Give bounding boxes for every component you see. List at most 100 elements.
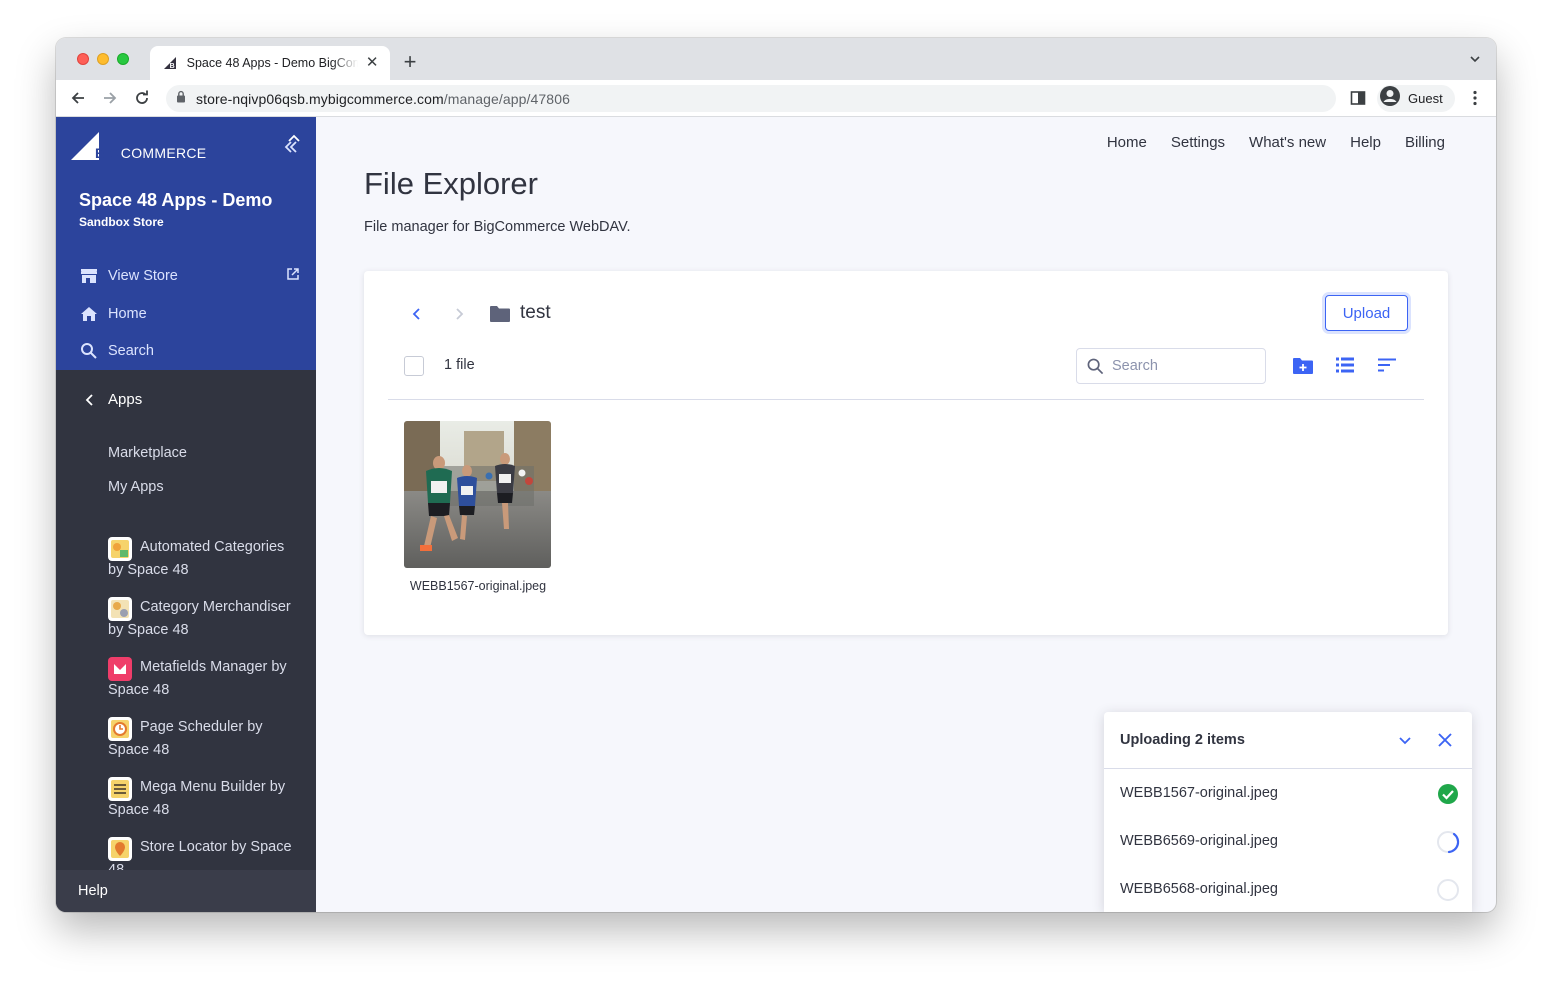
sidebar-help[interactable]: Help [56, 870, 316, 912]
avatar-icon [1379, 85, 1401, 112]
tab-close-icon[interactable]: ✕ [364, 55, 380, 71]
close-icon[interactable] [1436, 731, 1454, 749]
sidebar-app-label: Category Merchandiser by Space 48 [108, 599, 291, 638]
browser-toolbar: store-nqivp06qsb.mybigcommerce.com/manag… [56, 80, 1496, 117]
tab-strip: B Space 48 Apps - Demo BigCommerce ✕ + [56, 38, 1496, 80]
upload-panel-header: Uploading 2 items [1104, 712, 1472, 769]
profile-label: Guest [1408, 91, 1443, 106]
app-logo-icon [108, 537, 132, 561]
sidebar-item-view-store[interactable]: View Store [80, 265, 178, 287]
sort-icon[interactable] [1377, 356, 1399, 376]
sidebar-help-label: Help [78, 883, 108, 899]
sidebar-item-my-apps[interactable]: My Apps [108, 479, 164, 495]
logo-big: BIG [95, 145, 121, 161]
upload-panel-title: Uploading 2 items [1120, 732, 1245, 748]
topnav-help[interactable]: Help [1350, 134, 1381, 151]
file-thumbnail-image[interactable] [404, 421, 551, 568]
list-view-icon[interactable] [1335, 356, 1357, 376]
sidebar-item-apps[interactable]: Apps [84, 391, 142, 408]
home-icon [81, 307, 97, 321]
browser-tab[interactable]: B Space 48 Apps - Demo BigCommerce ✕ [150, 46, 390, 80]
sidebar-item-home[interactable]: Home [80, 303, 147, 325]
reload-icon[interactable] [133, 89, 151, 107]
sidebar-app-category-merchandiser[interactable]: Category Merchandiser by Space 48 [108, 596, 303, 642]
sidebar-item-label: Search [108, 343, 154, 359]
pending-circle-icon [1436, 878, 1460, 902]
upload-item: WEBB1567-original.jpeg [1120, 782, 1460, 806]
search-icon [1087, 358, 1104, 374]
sidebar-app-label: Automated Categories by Space 48 [108, 539, 285, 578]
current-folder-name: test [520, 302, 551, 323]
new-folder-icon[interactable] [1292, 356, 1314, 376]
app-logo-icon [108, 717, 132, 741]
sidebar-item-label: Apps [108, 391, 143, 408]
forward-chevron-icon[interactable] [451, 306, 467, 322]
sidebar-app-automated-categories[interactable]: Automated Categories by Space 48 [108, 536, 303, 582]
upload-button[interactable]: Upload [1325, 295, 1408, 331]
kebab-menu-icon[interactable] [1466, 89, 1484, 107]
folder-icon [489, 305, 511, 323]
tab-search-chevron-icon[interactable] [1468, 52, 1482, 66]
app-logo-icon [108, 837, 132, 861]
file-count: 1 file [444, 357, 475, 373]
logo-wordmark: BIGCOMMERCE [95, 146, 206, 160]
sidebar-item-search[interactable]: Search [80, 340, 154, 362]
topnav-home[interactable]: Home [1107, 134, 1147, 151]
upload-item: WEBB6568-original.jpeg [1120, 878, 1460, 902]
new-tab-button[interactable]: + [400, 51, 420, 73]
sidebar-header: BIGCOMMERCE Space 48 Apps - Demo Sandbox… [56, 117, 316, 370]
maximize-window-button[interactable] [117, 53, 129, 65]
back-arrow-icon[interactable] [69, 89, 87, 107]
topnav-settings[interactable]: Settings [1171, 134, 1225, 151]
sidebar-app-label: Metafields Manager by Space 48 [108, 659, 287, 698]
sidebar-app-metafields-manager[interactable]: Metafields Manager by Space 48 [108, 656, 303, 702]
file-search-field[interactable] [1076, 348, 1266, 384]
browser-window: B Space 48 Apps - Demo BigCommerce ✕ + s… [56, 38, 1496, 912]
search-icon [81, 343, 97, 359]
sidebar-item-label: View Store [108, 268, 178, 284]
store-icon [81, 269, 97, 283]
bigcommerce-logo[interactable]: BIGCOMMERCE [71, 132, 206, 160]
url-text: store-nqivp06qsb.mybigcommerce.com/manag… [196, 91, 570, 107]
svg-text:B: B [169, 63, 174, 70]
app-logo-icon [108, 657, 132, 681]
topnav-whats-new[interactable]: What's new [1249, 134, 1326, 151]
minimize-window-button[interactable] [97, 53, 109, 65]
upload-file-name: WEBB1567-original.jpeg [1120, 785, 1278, 801]
tab-title: Space 48 Apps - Demo BigCommerce [186, 56, 359, 70]
select-all-checkbox[interactable] [404, 356, 424, 376]
top-nav: Home Settings What's new Help Billing [1107, 134, 1445, 151]
url-host: store-nqivp06qsb.mybigcommerce.com [196, 90, 444, 107]
topnav-billing[interactable]: Billing [1405, 134, 1445, 151]
sidebar-item-marketplace[interactable]: Marketplace [108, 445, 187, 461]
sidebar-app-label: Page Scheduler by Space 48 [108, 719, 263, 758]
search-input[interactable] [1112, 358, 1252, 374]
url-path: /manage/app/47806 [443, 90, 570, 107]
side-panel-icon[interactable] [1349, 89, 1367, 107]
profile-button[interactable]: Guest [1377, 85, 1455, 112]
logo-rest: COMMERCE [120, 145, 207, 161]
file-explorer-card: test Upload 1 file Search WEBB1567-origi… [364, 271, 1448, 635]
lock-icon [176, 90, 186, 108]
sidebar-item-label: Home [108, 306, 147, 322]
file-name[interactable]: WEBB1567-original.jpeg [394, 579, 562, 593]
back-chevron-icon[interactable] [409, 306, 425, 322]
forward-arrow-icon[interactable] [101, 89, 119, 107]
sidebar-app-page-scheduler[interactable]: Page Scheduler by Space 48 [108, 716, 303, 762]
upload-item: WEBB6569-original.jpeg [1120, 830, 1460, 854]
card-divider [388, 399, 1424, 400]
sidebar: BIGCOMMERCE Space 48 Apps - Demo Sandbox… [56, 117, 316, 912]
upload-file-name: WEBB6569-original.jpeg [1120, 833, 1278, 849]
close-window-button[interactable] [77, 53, 89, 65]
external-link-icon[interactable] [286, 267, 300, 281]
app-logo-icon [108, 777, 132, 801]
upload-file-name: WEBB6568-original.jpeg [1120, 881, 1278, 897]
store-name: Space 48 Apps - Demo [79, 190, 273, 210]
upload-progress-panel: Uploading 2 items WEBB1567-original.jpeg… [1104, 712, 1472, 912]
page-title: File Explorer [364, 166, 538, 201]
chevron-up-icon[interactable] [287, 131, 301, 145]
sidebar-app-mega-menu-builder[interactable]: Mega Menu Builder by Space 48 [108, 776, 303, 822]
bigcommerce-favicon-icon: B [162, 55, 178, 71]
address-bar[interactable]: store-nqivp06qsb.mybigcommerce.com/manag… [166, 85, 1336, 112]
chevron-down-icon[interactable] [1397, 732, 1413, 748]
